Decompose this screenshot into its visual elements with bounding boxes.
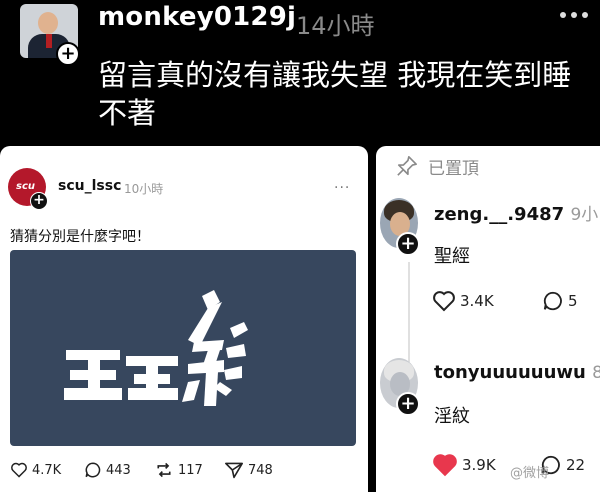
comment-count: 443	[106, 462, 131, 478]
quoted-avatar-logo-text: scu	[16, 181, 35, 192]
quoted-post-time: 10小時	[124, 182, 164, 196]
heart-icon	[11, 462, 27, 478]
comment-username-text: tonyuuuuuuwu	[434, 362, 586, 383]
pin-icon	[397, 156, 417, 176]
pinned-indicator: 已置頂	[396, 154, 479, 179]
comment-reply-count: 5	[568, 292, 578, 310]
quoted-more-options-icon[interactable]: ···	[334, 180, 350, 196]
like-count: 4.7K	[32, 462, 62, 478]
heart-filled-icon	[433, 454, 457, 477]
follow-plus-icon[interactable]: +	[30, 192, 48, 210]
avatar-tie-shape	[46, 34, 52, 48]
glyph-mi-shape	[182, 290, 248, 406]
comment-like-count: 3.4K	[460, 292, 494, 310]
main-post-text: 留言真的沒有讓我失望 我現在笑到睡不著	[98, 58, 572, 130]
comment-username[interactable]: tonyuuuuuuwu 8	[434, 362, 600, 383]
avatar-face-shape	[38, 12, 58, 34]
more-options-icon[interactable]	[560, 12, 590, 22]
follow-plus-icon[interactable]: +	[396, 392, 420, 416]
quoted-post-image[interactable]	[10, 250, 356, 446]
heart-icon	[433, 291, 455, 312]
main-post-time: 14小時	[296, 12, 375, 40]
like-button[interactable]: 4.7K	[10, 458, 61, 482]
comment-icon	[85, 462, 101, 478]
comment-like-button[interactable]: 3.9K	[432, 452, 496, 478]
comment-like-count: 3.9K	[462, 456, 496, 474]
pinned-label: 已置頂	[428, 158, 479, 179]
comment-like-button[interactable]: 3.4K	[432, 288, 494, 314]
follow-plus-icon[interactable]: +	[396, 232, 420, 256]
watermark-text: @微博	[510, 466, 550, 481]
comment-button[interactable]: 443	[84, 458, 131, 482]
share-count: 748	[248, 462, 273, 478]
repost-button[interactable]: 117	[154, 458, 203, 482]
thread-divider	[408, 262, 410, 362]
glyph-wang-shape	[64, 350, 178, 400]
main-post: + monkey0129j 14小時 留言真的沒有讓我失望 我現在笑到睡不著	[0, 0, 600, 140]
quoted-post-username[interactable]: scu_lssc	[58, 178, 121, 194]
send-icon	[225, 462, 243, 479]
quoted-post-card[interactable]: scu + scu_lssc 10小時 ··· 猜猜分別是什麼字吧！ 4.7K …	[0, 146, 368, 492]
comment-username[interactable]: zeng.__.9487 9小	[434, 200, 598, 225]
comments-panel: 已置頂 + zeng.__.9487 9小 聖經 3.4K 5 + tonyuu…	[376, 146, 600, 492]
quoted-post-actions: 4.7K 443 117 748	[0, 458, 368, 482]
comment-text: 淫紋	[434, 406, 470, 427]
comment-reply-button[interactable]: 5	[542, 288, 578, 314]
comment-time: 8	[592, 363, 600, 383]
comment-username-text: zeng.__.9487	[434, 204, 565, 225]
comment-time: 9小	[570, 205, 599, 225]
share-button[interactable]: 748	[224, 458, 273, 482]
main-post-username[interactable]: monkey0129j	[98, 2, 296, 32]
repost-icon	[157, 462, 171, 478]
repost-count: 117	[178, 462, 203, 478]
follow-plus-icon[interactable]: +	[56, 42, 80, 66]
quoted-post-caption: 猜猜分別是什麼字吧！	[10, 229, 150, 245]
comment-icon	[543, 291, 562, 311]
glyph-artwork	[64, 290, 248, 406]
comment-reply-count: 22	[566, 456, 586, 474]
comment-text: 聖經	[434, 246, 470, 267]
